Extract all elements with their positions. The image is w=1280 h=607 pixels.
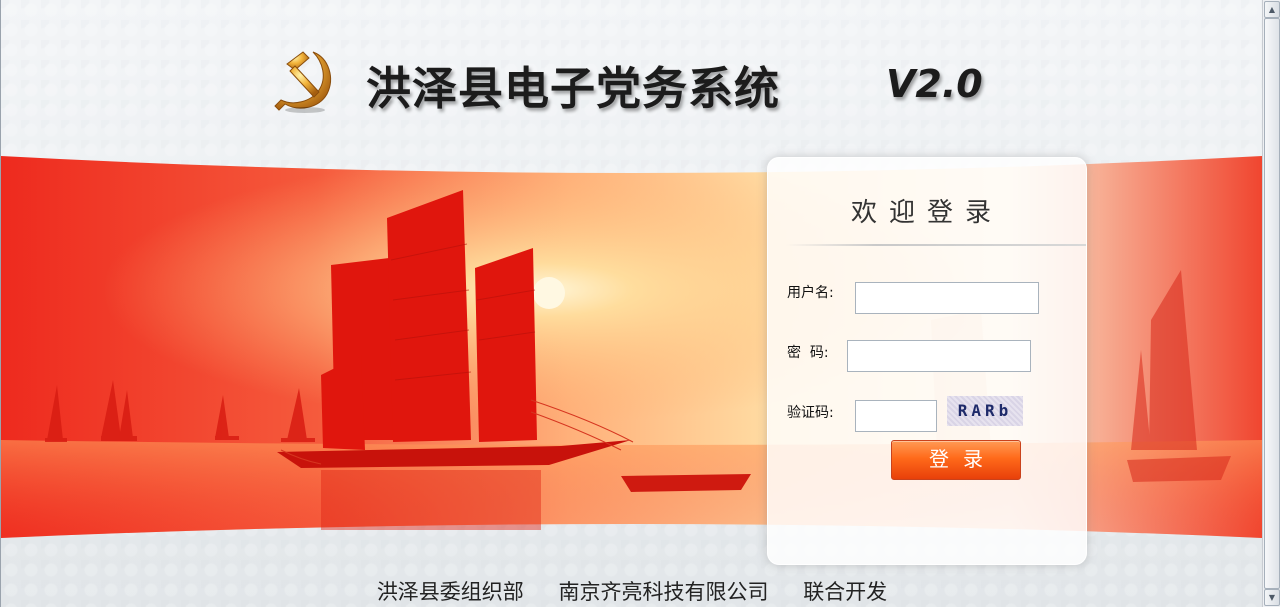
divider: [786, 244, 1086, 246]
scroll-thumb[interactable]: [1264, 18, 1280, 589]
scroll-down-icon[interactable]: ▼: [1264, 589, 1280, 606]
password-input[interactable]: [847, 340, 1031, 372]
captcha-image[interactable]: RARb: [947, 396, 1023, 426]
footer-note: 联合开发: [803, 580, 888, 604]
vertical-scrollbar[interactable]: ▲ ▼: [1262, 0, 1280, 607]
page-title: 洪泽县电子党务系统: [366, 62, 781, 115]
captcha-input[interactable]: [855, 400, 937, 432]
party-emblem-icon: [269, 44, 341, 116]
login-title: 欢迎登录: [850, 198, 1003, 228]
footer-org2: 南京齐亮科技有限公司: [558, 580, 769, 604]
header: 洪泽县电子党务系统 V2.0: [1, 0, 1262, 150]
scroll-up-icon[interactable]: ▲: [1264, 1, 1280, 18]
footer-org1: 洪泽县委组织部: [376, 580, 524, 604]
app-window: 洪泽县电子党务系统 V2.0 欢迎登录 用户名: 密 码: 验证码: RARb …: [0, 0, 1262, 607]
version-label: V2.0: [886, 62, 983, 106]
username-input[interactable]: [855, 282, 1039, 314]
username-label: 用户名:: [787, 285, 834, 301]
password-label: 密 码:: [787, 345, 829, 361]
login-button[interactable]: 登录: [891, 440, 1021, 480]
footer: 洪泽县委组织部 南京齐亮科技有限公司 联合开发: [1, 576, 1262, 606]
captcha-label: 验证码:: [787, 405, 834, 421]
